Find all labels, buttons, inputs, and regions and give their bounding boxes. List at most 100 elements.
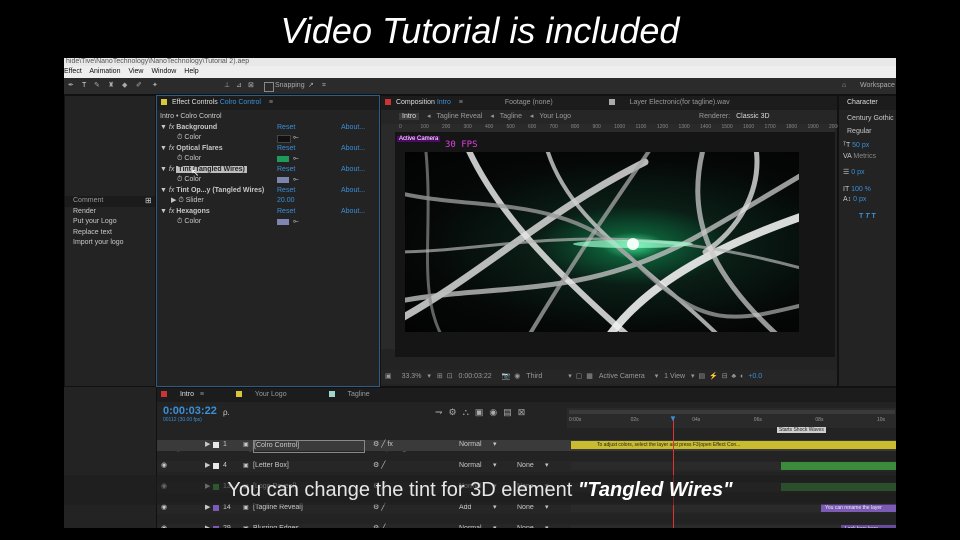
composition-title[interactable]: Composition — [396, 99, 435, 106]
magnification-select[interactable]: 33.3% — [402, 373, 422, 380]
effect-row[interactable]: ▼ fx Tint Op...y (Tangled Wires) Reset A… — [157, 186, 379, 197]
snapshot-icon[interactable]: 📷 — [502, 373, 511, 380]
reset-link[interactable]: Reset — [277, 186, 295, 197]
twirl-right-icon[interactable]: ▶ — [205, 440, 210, 451]
menu-help[interactable]: Help — [184, 68, 198, 75]
list-item[interactable]: Import your logo — [65, 238, 155, 249]
toggle-pixel-icon[interactable]: ▤ — [698, 373, 705, 380]
exposure-value[interactable]: +0.0 — [748, 373, 762, 380]
nav-tagline[interactable]: Tagline — [500, 113, 522, 120]
layer-mode[interactable]: Normal — [459, 461, 482, 472]
switches-icon[interactable]: ⚙ ╱ fx — [373, 440, 393, 451]
twirl-down-icon[interactable]: ▼ — [160, 145, 167, 152]
reset-link[interactable]: Reset — [277, 165, 295, 176]
layer-row[interactable]: ◉ ▶ 4 ▣ [Letter Box] ⚙ ╱ Normal ▾ None ▾ — [157, 461, 896, 472]
axis-mode-icon[interactable]: ⊥ — [224, 78, 230, 94]
fast-previews-icon[interactable]: ⚡ — [709, 373, 718, 380]
layer-row[interactable]: ◉ ▶ 29 ▣ Blurring Edges ⚙ ╱ Normal ▾ None ▾ Lock b… — [157, 524, 896, 528]
composition-viewer[interactable]: Active Camera 30 FPS — [395, 132, 835, 357]
stopwatch-icon[interactable]: ⏱ — [177, 155, 182, 162]
nav-your-logo[interactable]: Your Logo — [539, 113, 571, 120]
layer-tab[interactable]: Layer Electronic(for tagline).wav — [630, 99, 730, 106]
list-item[interactable]: Render — [65, 207, 155, 218]
stopwatch-icon[interactable]: ⏱ — [177, 218, 182, 225]
effect-row[interactable]: ▼ fx Hexagons Reset About... — [157, 207, 379, 218]
reset-link[interactable]: Reset — [277, 123, 295, 134]
eraser-tool-icon[interactable]: ◆ — [122, 78, 127, 94]
eyedropper-icon[interactable]: ⟜ — [293, 175, 299, 186]
layer-trkmat[interactable]: None — [517, 524, 534, 528]
composition-subject[interactable]: Intro — [437, 99, 451, 106]
timeline-tab-intro[interactable]: Intro — [180, 391, 194, 398]
brush-tool-icon[interactable]: ✎ — [94, 78, 100, 94]
twirl-right-icon[interactable]: ▶ — [205, 461, 210, 472]
nav-tagline-reveal[interactable]: Tagline Reveal — [436, 113, 482, 120]
layer-duration-bar[interactable]: To adjust colors, select the layer and p… — [571, 441, 896, 449]
twirl-down-icon[interactable]: ▼ — [160, 166, 167, 173]
color-swatch[interactable] — [277, 177, 289, 183]
effect-row[interactable]: ▼ fx Background Reset About... — [157, 123, 379, 134]
list-item[interactable]: Put your Logo — [65, 217, 155, 228]
twirl-down-icon[interactable]: ▼ — [160, 208, 167, 215]
snapping-checkbox[interactable] — [264, 82, 274, 92]
stopwatch-icon[interactable]: ⏱ — [178, 197, 183, 204]
timeline-link-icon[interactable]: ⊟ — [722, 373, 728, 380]
clone-stamp-icon[interactable]: ♜ — [108, 78, 114, 94]
mask-visibility-icon[interactable]: ⊡ — [447, 373, 453, 380]
eyedropper-icon[interactable]: ⟜ — [293, 217, 299, 228]
vertical-scale-value[interactable]: 100 % — [851, 186, 871, 193]
always-preview-icon[interactable]: ▣ — [385, 373, 392, 380]
color-swatch[interactable] — [277, 156, 289, 162]
layer-label-color[interactable] — [213, 463, 219, 469]
eyedropper-icon[interactable]: ⟜ — [293, 133, 299, 144]
layer-duration-bar[interactable] — [571, 462, 781, 470]
fx-icon[interactable]: fx — [169, 145, 174, 152]
flowchart-icon[interactable]: ♣ — [732, 373, 737, 380]
font-size-value[interactable]: 50 px — [852, 142, 869, 149]
timeline-tab-your-logo[interactable]: Your Logo — [255, 391, 287, 398]
nav-intro[interactable]: Intro — [399, 113, 420, 120]
fx-icon[interactable]: fx — [169, 208, 174, 215]
menu-window[interactable]: Window — [151, 68, 176, 75]
effect-row[interactable]: ▼ fx Optical Flares Reset About... — [157, 144, 379, 155]
layer-duration-bar[interactable] — [781, 462, 896, 470]
menu-animation[interactable]: Animation — [89, 68, 120, 75]
layer-label-color[interactable] — [213, 505, 219, 511]
about-link[interactable]: About... — [341, 165, 365, 176]
layer-duration-bar[interactable]: Lock bars here — [841, 525, 896, 528]
view-axis-icon[interactable]: ⊠ — [248, 78, 254, 94]
puppet-tool-icon[interactable]: ✦ — [152, 78, 158, 94]
stroke-width-value[interactable]: 0 px — [851, 169, 864, 176]
menu-view[interactable]: View — [128, 68, 143, 75]
layer-mode[interactable]: Normal — [459, 440, 482, 451]
fx-icon[interactable]: fx — [169, 166, 174, 173]
timeline-tab-tagline[interactable]: Tagline — [348, 391, 370, 398]
flowchart-icon[interactable]: ⊞ — [145, 196, 152, 205]
layer-trkmat[interactable]: None — [517, 461, 534, 472]
panel-menu-icon[interactable]: ≡ — [459, 99, 463, 106]
visibility-eye-icon[interactable]: ◉ — [161, 524, 167, 528]
layer-duration-bar[interactable]: You can rename the layer — [821, 504, 896, 512]
playhead-icon[interactable]: ▼ — [669, 414, 677, 423]
switches-icon[interactable]: ⚙ ╱ — [373, 461, 385, 472]
work-area-bar[interactable] — [569, 410, 895, 414]
search-input[interactable]: ρ. — [223, 408, 230, 417]
about-link[interactable]: About... — [341, 123, 365, 134]
playhead-line[interactable] — [673, 418, 674, 528]
effect-controls-subject[interactable]: Colro Control — [220, 99, 261, 106]
grid-icon[interactable]: ⊞ — [437, 373, 443, 380]
region-icon[interactable]: ▢ — [576, 373, 583, 380]
twirl-down-icon[interactable]: ▼ — [160, 124, 167, 131]
footage-tab[interactable]: Footage (none) — [505, 99, 553, 106]
close-tab-icon[interactable] — [161, 391, 167, 398]
workspace-label[interactable]: Workspace — [860, 78, 895, 94]
menu-effect[interactable]: Effect — [64, 68, 82, 75]
switches-icon[interactable]: ⚙ ╱ — [373, 524, 385, 528]
timeline-switches-toolbar[interactable]: ⇁⚙⛬▣◉▤⊠ — [435, 407, 531, 418]
layer-label-color[interactable] — [213, 526, 219, 528]
twirl-right-icon[interactable]: ▶ — [205, 524, 210, 528]
about-link[interactable]: About... — [341, 186, 365, 197]
panel-menu-icon[interactable]: ≡ — [269, 99, 273, 106]
effect-controls-tab[interactable]: Effect Controls Colro Control ≡ — [157, 96, 379, 110]
stopwatch-icon[interactable]: ⏱ — [177, 176, 182, 183]
